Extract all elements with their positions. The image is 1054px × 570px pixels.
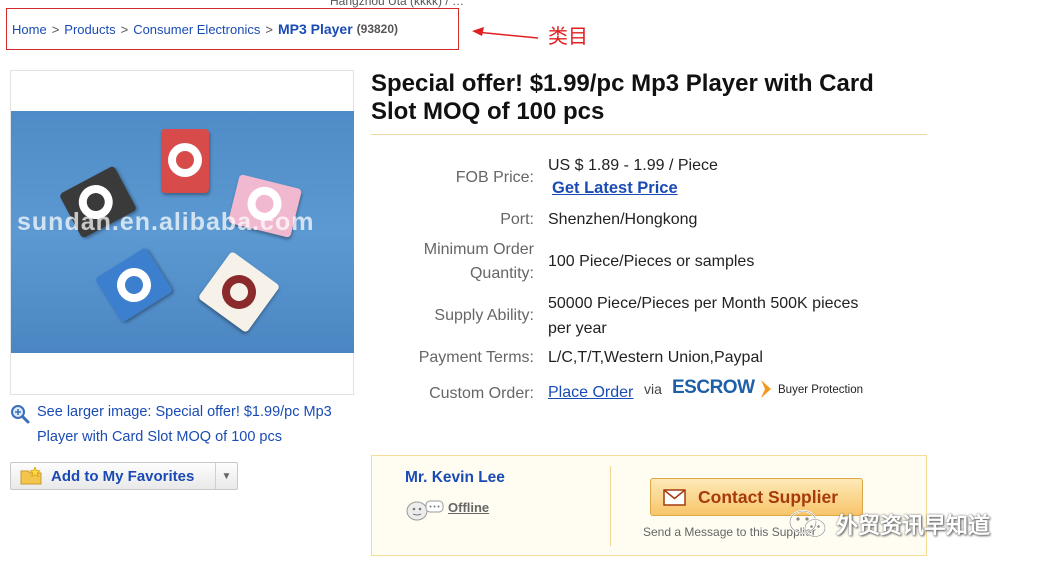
moq-label-line1: Minimum Order: [423, 241, 534, 258]
favorites-folder-icon: [20, 467, 42, 485]
see-larger-image-link[interactable]: See larger image: Special offer! $1.99/p…: [10, 400, 355, 450]
chat-status-icon[interactable]: [405, 498, 445, 522]
supply-ability-value-line2: per year: [548, 320, 607, 337]
contact-supplier-panel: Mr. Kevin Lee Offline Contact Supplier S…: [371, 455, 927, 556]
white-mp3-player: [197, 250, 281, 334]
product-photo[interactable]: sundan.en.alibaba.com: [11, 111, 354, 353]
cut-off-header-text: Hangzhou Utà (ĸĸĸĸ) / …: [330, 0, 465, 8]
blue-mp3-player: [94, 247, 174, 323]
supply-ability-label: Supply Ability:: [434, 307, 534, 324]
port-value: Shenzhen/Hongkong: [548, 211, 698, 228]
annotation-label: 类目: [548, 26, 588, 48]
contact-supplier-label: Contact Supplier: [698, 486, 839, 507]
breadcrumb-separator: >: [51, 21, 60, 37]
contact-divider: [610, 466, 611, 546]
buyer-protection-text: Buyer Protection: [778, 384, 864, 396]
breadcrumb-count: (93820): [356, 22, 399, 36]
annotation-arrow-icon: [472, 27, 539, 39]
wechat-watermark: 外贸资讯早知道: [788, 508, 990, 540]
payment-terms-value: L/C,T/T,Western Union,Paypal: [548, 349, 763, 366]
port-label: Port:: [500, 211, 534, 228]
envelope-icon: [663, 488, 686, 506]
payment-terms-label: Payment Terms:: [418, 349, 534, 366]
breadcrumb-separator: >: [120, 21, 129, 37]
magnifier-icon: [11, 405, 30, 424]
custom-order-label: Custom Order:: [429, 385, 534, 402]
breadcrumb-current-category[interactable]: MP3 Player: [278, 21, 353, 37]
breadcrumb-consumer-electronics[interactable]: Consumer Electronics: [133, 22, 260, 37]
breadcrumb-separator: >: [265, 21, 273, 37]
supply-ability-value-line1: 50000 Piece/Pieces per Month 500K pieces: [548, 295, 859, 312]
title-divider: [371, 134, 927, 135]
escrow-chevron-icon: [761, 380, 771, 398]
red-mp3-player: [161, 129, 209, 193]
fob-price-label: FOB Price:: [455, 169, 534, 186]
add-to-favorites-button[interactable]: Add to My Favorites ▼: [10, 462, 238, 490]
wechat-watermark-text: 外贸资讯早知道: [836, 513, 991, 538]
get-latest-price-link[interactable]: Get Latest Price: [552, 179, 678, 198]
place-order-link[interactable]: Place Order: [548, 380, 633, 405]
breadcrumb: Home > Products > Consumer Electronics >…: [6, 8, 459, 50]
favorites-dropdown-icon[interactable]: ▼: [215, 463, 237, 489]
see-larger-image-text[interactable]: See larger image: Special offer! $1.99/p…: [10, 400, 355, 450]
offline-status-link[interactable]: Offline: [448, 500, 489, 515]
image-watermark: sundan.en.alibaba.com: [17, 208, 315, 236]
product-title: Special offer! $1.99/pc Mp3 Player with …: [371, 70, 874, 125]
product-image-frame[interactable]: sundan.en.alibaba.com: [10, 70, 354, 395]
via-text: via: [644, 381, 662, 397]
moq-value: 100 Piece/Pieces or samples: [548, 253, 755, 270]
wechat-logo-icon: [789, 510, 826, 538]
add-to-favorites-label: Add to My Favorites: [51, 467, 195, 485]
breadcrumb-products[interactable]: Products: [64, 22, 115, 37]
moq-label-line2: Quantity:: [469, 265, 534, 282]
breadcrumb-home[interactable]: Home: [12, 22, 47, 37]
escrow-logo: ESCROW: [672, 377, 755, 398]
supplier-rep-name[interactable]: Mr. Kevin Lee: [405, 469, 505, 487]
fob-price-value: US $ 1.89 - 1.99 / Piece: [548, 157, 718, 174]
